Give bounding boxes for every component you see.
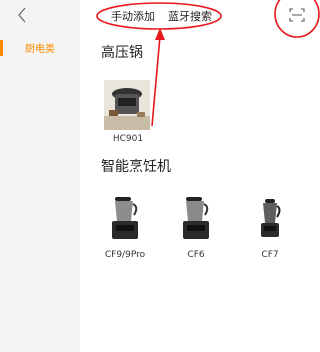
scan-button[interactable] [287,6,307,24]
device-label: CF9/9Pro [104,250,146,260]
annotation-arrow-head [155,28,165,40]
sidebar: 厨电类 [0,0,80,352]
section-title-pressure-cooker: 高压锅 [101,45,143,61]
device-label: CF7 [261,250,279,260]
cooking-machine-image [183,197,209,239]
scan-icon [289,8,305,22]
sidebar-item-kitchen[interactable]: 厨电类 [0,36,80,60]
tab-manual-add[interactable]: 手动添加 [111,8,155,24]
device-label: HC901 [112,134,144,144]
device-card-cf6[interactable]: CF6 [166,195,226,265]
cooking-machine-image [261,199,281,237]
pressure-cooker-image [104,80,150,130]
device-card-cf7[interactable]: CF7 [240,195,300,265]
device-label: CF6 [187,250,205,260]
add-mode-tabs: 手动添加 蓝牙搜索 [107,6,212,26]
chevron-left-icon [18,7,26,23]
section-title-smart-cooker: 智能烹饪机 [101,159,171,175]
active-indicator [0,40,3,56]
device-card-hc901[interactable]: HC901 [98,80,158,150]
sidebar-item-label: 厨电类 [25,44,55,55]
cooking-machine-image [112,197,138,239]
device-card-cf9[interactable]: CF9/9Pro [95,195,155,265]
back-button[interactable] [13,4,33,26]
tab-bluetooth-search[interactable]: 蓝牙搜索 [168,8,212,24]
